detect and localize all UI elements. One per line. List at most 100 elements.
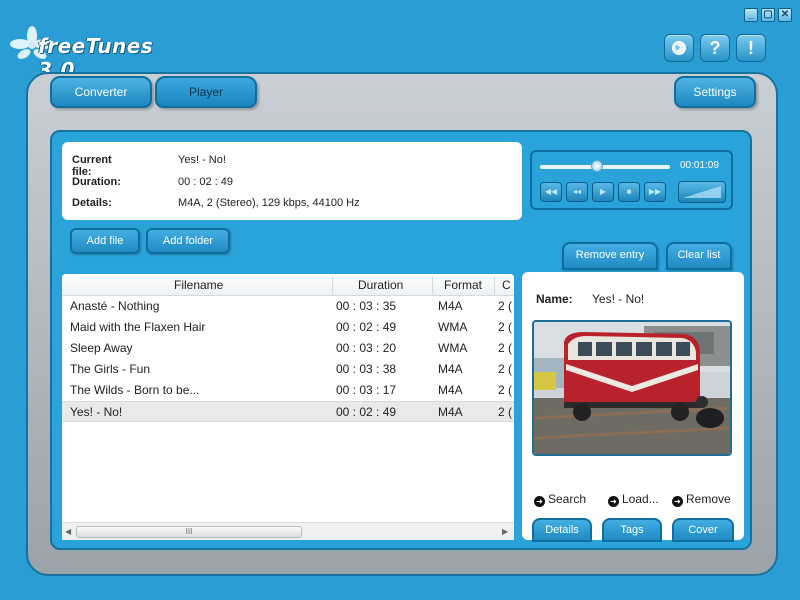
cell-channels: 2 (	[498, 383, 513, 397]
cell-format: M4A	[438, 405, 463, 419]
cell-channels: 2 (	[498, 362, 513, 376]
column-divider	[494, 276, 495, 294]
duration-label: Duration:	[72, 176, 121, 188]
detail-panel: Name: Yes! - No! ➜ Search ➜ Load... ➜ Re…	[522, 272, 744, 540]
scroll-thumb[interactable]: III	[76, 526, 302, 538]
help-button[interactable]: ?	[700, 34, 730, 62]
next-icon: ▶▶	[648, 187, 662, 196]
current-file-value: Yes! - No!	[178, 154, 226, 166]
previous-icon: ◀◀	[544, 187, 558, 196]
cell-filename: Sleep Away	[70, 341, 133, 355]
cell-channels: 2 (	[498, 405, 513, 419]
arrow-right-icon: ➜	[672, 496, 683, 507]
current-file-info: Current file: Yes! - No! Duration: 00 : …	[62, 142, 522, 220]
seek-knob[interactable]	[591, 160, 604, 172]
playback-controls: 00:01:09 ◀◀ ◂◂ ▶ ■ ▶▶	[530, 150, 733, 210]
column-divider	[332, 276, 333, 294]
table-row[interactable]: Sleep Away 00 : 03 : 20 WMA 2 (	[62, 338, 514, 359]
cell-filename: The Girls - Fun	[70, 362, 151, 376]
volume-slider[interactable]	[678, 181, 726, 203]
tab-details[interactable]: Details	[532, 518, 592, 542]
table-row[interactable]: Anasté - Nothing 00 : 03 : 35 M4A 2 (	[62, 296, 514, 317]
cell-duration: 00 : 02 : 49	[336, 320, 397, 334]
table-row[interactable]: Maid with the Flaxen Hair 00 : 02 : 49 W…	[62, 317, 514, 338]
cover-photo	[534, 322, 730, 454]
cell-channels: 2 (	[498, 320, 513, 334]
column-channels[interactable]: C	[502, 278, 511, 292]
cell-filename: Anasté - Nothing	[70, 299, 160, 313]
remove-entry-button[interactable]: Remove entry	[562, 242, 658, 270]
scroll-right-icon[interactable]: ▶	[502, 527, 508, 536]
tab-player[interactable]: Player	[155, 76, 257, 108]
app-logo: freeTunes 3.0	[10, 26, 190, 82]
table-row[interactable]: The Wilds - Born to be... 00 : 03 : 17 M…	[62, 380, 514, 401]
tab-tags[interactable]: Tags	[602, 518, 662, 542]
stop-icon: ■	[626, 187, 632, 196]
column-filename[interactable]: Filename	[174, 278, 223, 292]
file-list: Filename Duration Format C Anasté - Noth…	[62, 274, 514, 540]
cell-filename: Yes! - No!	[70, 405, 123, 419]
app-window: _ ▢ ✕ freeTunes 3.0 ? ! Converter Player…	[0, 0, 800, 600]
name-value: Yes! - No!	[592, 292, 645, 306]
restore-button[interactable]: ▢	[761, 8, 775, 22]
horizontal-scrollbar[interactable]: ◀ III ▶	[62, 522, 514, 540]
scroll-left-icon[interactable]: ◀	[65, 527, 71, 536]
minimize-button[interactable]: _	[744, 8, 758, 22]
globe-icon	[672, 41, 686, 55]
load-cover-button[interactable]: ➜ Load...	[608, 492, 659, 507]
arrow-right-icon: ➜	[534, 496, 545, 507]
cell-format: WMA	[438, 341, 468, 355]
details-value: M4A, 2 (Stereo), 129 kbps, 44100 Hz	[178, 197, 360, 209]
search-label: Search	[548, 492, 587, 506]
arrow-right-icon: ➜	[608, 496, 619, 507]
rewind-icon: ◂◂	[572, 187, 582, 196]
cell-channels: 2 (	[498, 299, 513, 313]
info-button[interactable]: !	[736, 34, 766, 62]
duration-value: 00 : 02 : 49	[178, 176, 234, 188]
seek-bar[interactable]	[540, 165, 670, 169]
next-button[interactable]: ▶▶	[644, 182, 666, 202]
cell-duration: 00 : 03 : 35	[336, 299, 397, 313]
add-file-button[interactable]: Add file	[70, 228, 140, 254]
cell-format: M4A	[438, 299, 463, 313]
current-file-label: Current file:	[72, 154, 112, 178]
tab-settings[interactable]: Settings	[674, 76, 756, 108]
remove-label: Remove	[686, 492, 731, 506]
table-row[interactable]: The Girls - Fun 00 : 03 : 38 M4A 2 (	[62, 359, 514, 380]
tab-cover[interactable]: Cover	[672, 518, 734, 542]
table-header: Filename Duration Format C	[62, 274, 514, 296]
search-cover-button[interactable]: ➜ Search	[534, 492, 586, 507]
cell-format: WMA	[438, 320, 468, 334]
previous-button[interactable]: ◀◀	[540, 182, 562, 202]
play-icon: ▶	[599, 187, 607, 196]
cover-art-image	[532, 320, 732, 456]
remove-cover-button[interactable]: ➜ Remove	[672, 492, 731, 507]
volume-icon	[683, 186, 721, 198]
column-format[interactable]: Format	[444, 278, 482, 292]
cell-duration: 00 : 03 : 20	[336, 341, 397, 355]
close-button[interactable]: ✕	[778, 8, 792, 22]
add-folder-button[interactable]: Add folder	[146, 228, 230, 254]
stop-button[interactable]: ■	[618, 182, 640, 202]
cell-duration: 00 : 02 : 49	[336, 405, 397, 419]
play-button[interactable]: ▶	[592, 182, 614, 202]
column-duration[interactable]: Duration	[358, 278, 403, 292]
playback-time: 00:01:09	[680, 160, 719, 171]
name-label: Name:	[536, 292, 573, 306]
cell-channels: 2 (	[498, 341, 513, 355]
tab-converter[interactable]: Converter	[50, 76, 152, 108]
details-label: Details:	[72, 197, 112, 209]
help-icon: ?	[709, 38, 721, 58]
exclamation-icon: !	[748, 38, 754, 58]
cell-format: M4A	[438, 362, 463, 376]
clear-list-button[interactable]: Clear list	[666, 242, 732, 270]
cell-duration: 00 : 03 : 17	[336, 383, 397, 397]
cell-filename: Maid with the Flaxen Hair	[70, 320, 206, 334]
rewind-button[interactable]: ◂◂	[566, 182, 588, 202]
cell-duration: 00 : 03 : 38	[336, 362, 397, 376]
globe-button[interactable]	[664, 34, 694, 62]
cell-filename: The Wilds - Born to be...	[70, 383, 200, 397]
cell-format: M4A	[438, 383, 463, 397]
table-row-selected[interactable]: Yes! - No! 00 : 02 : 49 M4A 2 (	[62, 401, 514, 422]
load-label: Load...	[622, 492, 659, 506]
